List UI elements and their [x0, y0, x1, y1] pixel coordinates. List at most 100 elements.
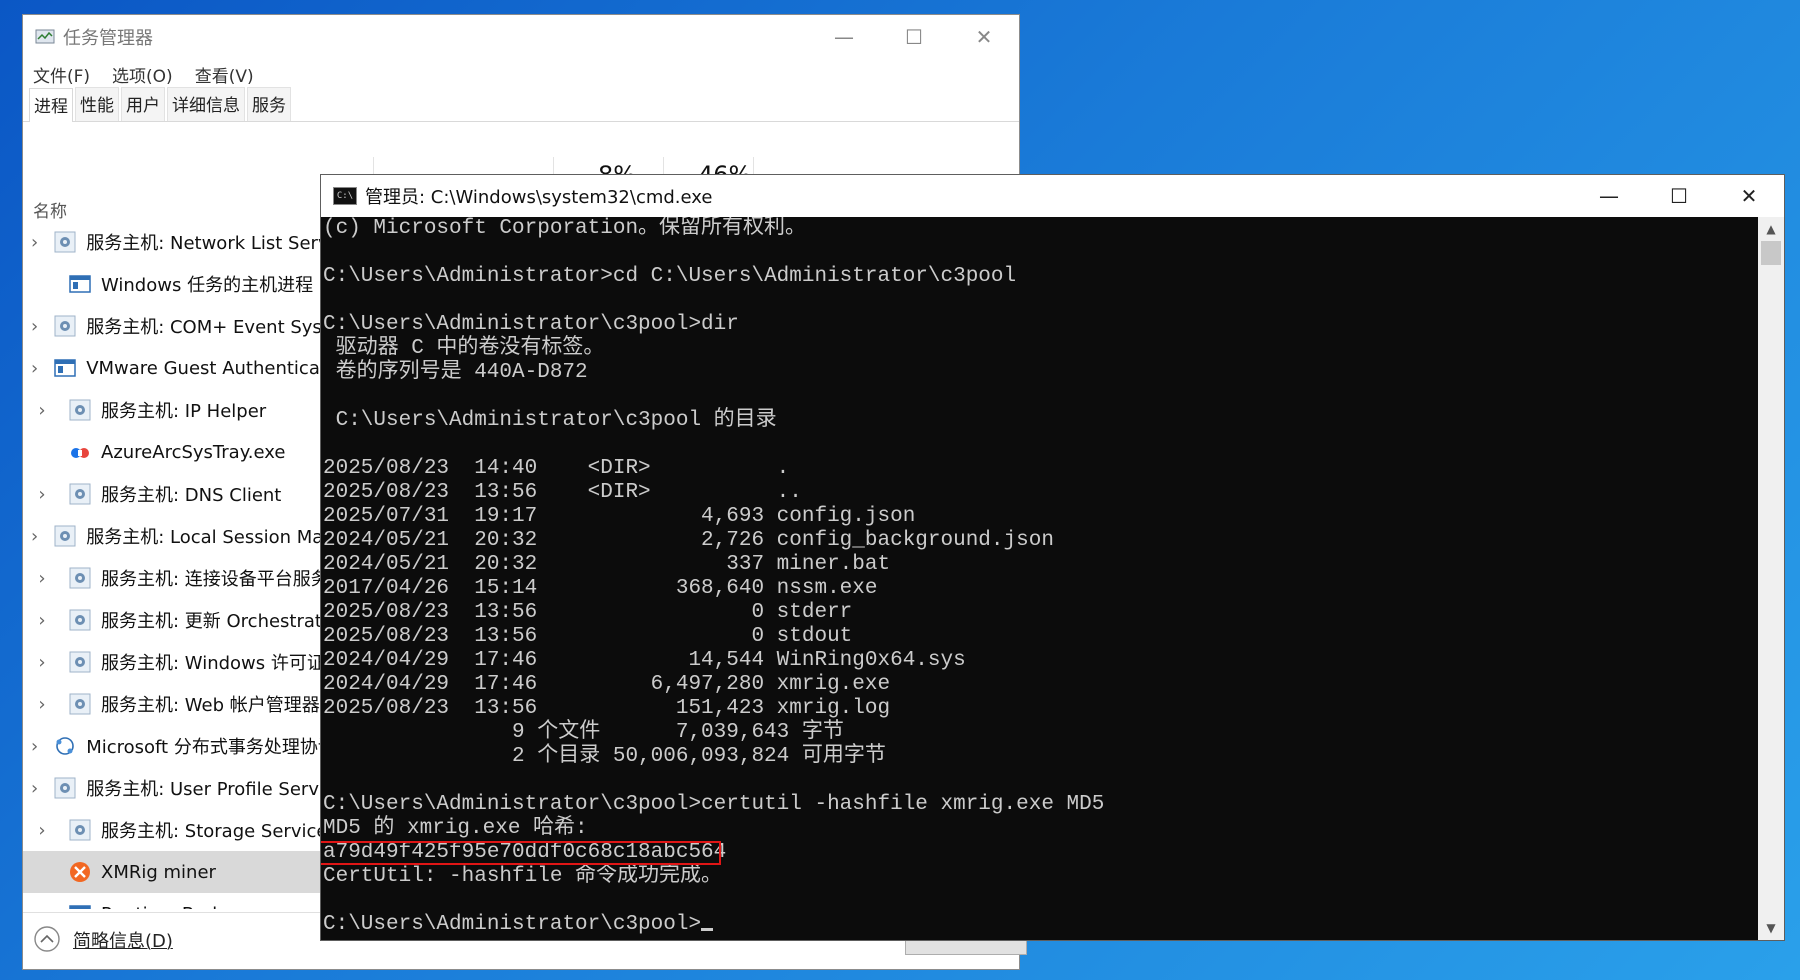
maximize-icon[interactable]: ☐: [1644, 175, 1714, 217]
cmd-scrollbar[interactable]: ▲ ▼: [1758, 217, 1784, 940]
console-line: (c) Microsoft Corporation。保留所有权利。: [323, 217, 807, 240]
cmd-app-icon: C:\: [333, 187, 357, 205]
network-icon: [54, 735, 76, 757]
scroll-up-icon[interactable]: ▲: [1758, 217, 1784, 241]
tab-users[interactable]: 用户: [121, 87, 165, 121]
gear-icon: [54, 315, 76, 337]
console-line: 2025/08/23 13:56 <DIR> ..: [323, 481, 802, 504]
text-cursor: [701, 928, 714, 931]
process-name: 服务主机: Storage Service: [101, 821, 328, 842]
chevron-right-icon[interactable]: ›: [31, 232, 38, 253]
console-line: C:\Users\Administrator\c3pool 的目录: [323, 409, 777, 432]
close-icon[interactable]: ✕: [1714, 175, 1784, 217]
scroll-down-icon[interactable]: ▼: [1758, 916, 1784, 940]
process-row[interactable]: › 服务主机: Network List Service: [23, 221, 343, 263]
console-line: 2024/05/21 20:32 2,726 config_background…: [323, 529, 1054, 552]
process-name: 服务主机: DNS Client: [101, 485, 282, 506]
menu-file[interactable]: 文件(F): [33, 62, 90, 87]
chevron-right-icon[interactable]: ›: [31, 568, 53, 589]
console-line: MD5 的 xmrig.exe 哈希:: [323, 817, 588, 840]
console-line: 2025/07/31 19:17 4,693 config.json: [323, 505, 916, 528]
process-row[interactable]: › 服务主机: Windows 许可证: [23, 641, 343, 683]
tab-services[interactable]: 服务: [247, 87, 291, 121]
console-line: C:\Users\Administrator>cd C:\Users\Admin…: [323, 265, 1017, 288]
chevron-right-icon[interactable]: ›: [31, 316, 38, 337]
console-line: 驱动器 C 中的卷没有标签。: [323, 337, 605, 360]
process-name: 服务主机: 连接设备平台服务: [101, 569, 329, 590]
process-name: Windows 任务的主机进程: [101, 275, 314, 296]
process-row[interactable]: › 服务主机: IP Helper: [23, 389, 343, 431]
process-list: › 服务主机: Network List Service Windows 任务的主机…: [23, 221, 343, 909]
process-row[interactable]: › 服务主机: 更新 Orchestrator: [23, 599, 343, 641]
process-row[interactable]: › 服务主机: DNS Client: [23, 473, 343, 515]
console-line: CertUtil: -hashfile 命令成功完成。: [323, 865, 723, 888]
chevron-right-icon[interactable]: ›: [31, 652, 53, 673]
menu-view[interactable]: 查看(V): [195, 62, 254, 87]
tab-processes[interactable]: 进程: [29, 88, 73, 122]
process-row[interactable]: › Microsoft 分布式事务处理协调器: [23, 725, 343, 767]
xmrig-icon: [69, 861, 91, 883]
console-line: 2025/08/23 13:56 151,423 xmrig.log: [323, 697, 891, 720]
chevron-right-icon[interactable]: ›: [31, 820, 53, 841]
console-line: 2024/05/21 20:32 337 miner.bat: [323, 553, 891, 576]
process-row[interactable]: › 服务主机: Local Session Manager: [23, 515, 343, 557]
scrollbar-thumb[interactable]: [1761, 241, 1781, 265]
gear-icon: [54, 777, 76, 799]
task-manager-tabs: 进程 性能 用户 详细信息 服务: [23, 87, 1019, 122]
process-row[interactable]: › VMware Guest Authentication: [23, 347, 343, 389]
chevron-right-icon[interactable]: ›: [31, 400, 53, 421]
tab-performance[interactable]: 性能: [75, 87, 119, 121]
menu-options[interactable]: 选项(O): [112, 62, 173, 87]
cmd-window: C:\ 管理员: C:\Windows\system32\cmd.exe — ☐…: [320, 174, 1785, 941]
chevron-right-icon[interactable]: ›: [31, 778, 38, 799]
fewer-details-link[interactable]: 简略信息(D): [73, 927, 173, 953]
chevron-right-icon[interactable]: ›: [31, 736, 38, 757]
console-line: 2024/04/29 17:46 14,544 WinRing0x64.sys: [323, 649, 966, 672]
process-row[interactable]: Windows 任务的主机进程: [23, 263, 343, 305]
minimize-icon[interactable]: —: [809, 15, 879, 59]
chevron-right-icon[interactable]: ›: [31, 358, 38, 379]
process-name: Microsoft 分布式事务处理协调器: [86, 737, 343, 758]
console-line: 2 个目录 50,006,093,824 可用字节: [323, 745, 886, 768]
chevron-right-icon[interactable]: ›: [31, 526, 38, 547]
task-manager-titlebar[interactable]: 任务管理器 — ☐ ✕: [23, 15, 1019, 59]
process-row[interactable]: › 服务主机: COM+ Event System: [23, 305, 343, 347]
tab-details[interactable]: 详细信息: [167, 87, 245, 121]
console-line: 2017/04/26 15:14 368,640 nssm.exe: [323, 577, 878, 600]
gear-icon: [54, 231, 76, 253]
cmd-titlebar[interactable]: C:\ 管理员: C:\Windows\system32\cmd.exe — ☐…: [321, 175, 1784, 217]
chevron-right-icon[interactable]: ›: [31, 484, 53, 505]
cmd-title: 管理员: C:\Windows\system32\cmd.exe: [365, 187, 713, 208]
chevron-right-icon[interactable]: ›: [31, 694, 53, 715]
process-name: 服务主机: User Profile Service: [86, 779, 343, 800]
gear-icon: [69, 399, 91, 421]
process-row[interactable]: › 服务主机: User Profile Service: [23, 767, 343, 809]
maximize-icon[interactable]: ☐: [879, 15, 949, 59]
process-row[interactable]: XMRig miner: [23, 851, 343, 893]
task-manager-menubar: 文件(F) 选项(O) 查看(V): [23, 59, 1019, 89]
gear-icon: [54, 525, 76, 547]
console-line: 9 个文件 7,039,643 字节: [323, 721, 844, 744]
process-row[interactable]: › 服务主机: 连接设备平台服务: [23, 557, 343, 599]
process-row[interactable]: › 服务主机: Storage Service: [23, 809, 343, 851]
minimize-icon[interactable]: —: [1574, 175, 1644, 217]
process-row[interactable]: Runtime Broker: [23, 893, 343, 909]
console-line: 卷的序列号是 440A-D872: [323, 361, 588, 384]
process-name: 服务主机: Local Session Manager: [86, 527, 343, 548]
process-row[interactable]: › 服务主机: Web 帐户管理器: [23, 683, 343, 725]
window-icon: [54, 357, 76, 379]
cmd-console[interactable]: (c) Microsoft Corporation。保留所有权利。 C:\User…: [321, 217, 1758, 940]
azure-arc-icon: [69, 441, 91, 463]
gear-icon: [69, 819, 91, 841]
chevron-up-circle-icon[interactable]: [33, 925, 61, 953]
chevron-right-icon[interactable]: ›: [31, 610, 53, 631]
name-column-header[interactable]: 名称: [33, 197, 67, 222]
close-icon[interactable]: ✕: [949, 15, 1019, 59]
process-row[interactable]: AzureArcSysTray.exe: [23, 431, 343, 473]
